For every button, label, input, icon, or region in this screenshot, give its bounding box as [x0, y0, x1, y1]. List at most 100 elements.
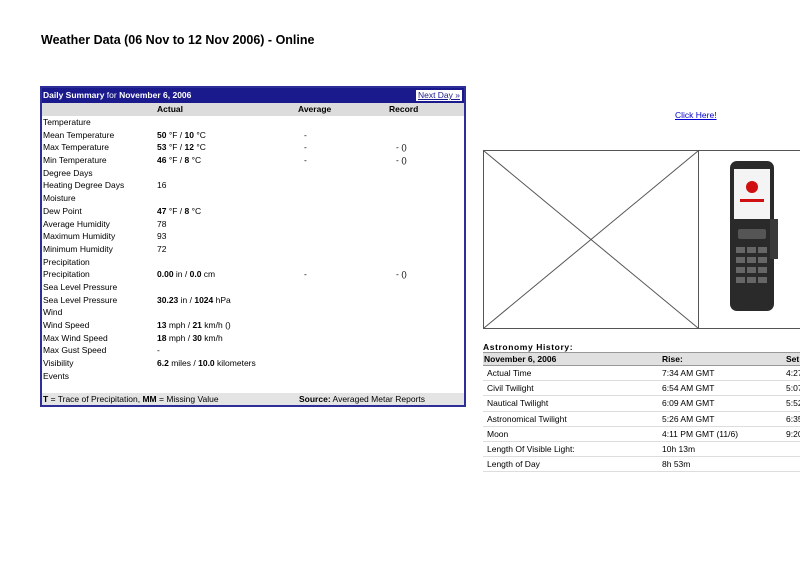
click-here-link[interactable]: Click Here! [675, 110, 717, 120]
row-label: Max Temperature [43, 142, 109, 153]
summary-section-heading: Sea Level Pressure [42, 281, 464, 294]
actual-part: 30.23 [157, 294, 179, 305]
row-label: Precipitation [43, 256, 90, 267]
actual-value: 18 mph / 30 km/h [157, 332, 223, 345]
summary-section-heading: Precipitation [42, 256, 464, 269]
summary-row: Mean Temperature 50 °F / 10 °C - [42, 129, 464, 142]
page-title: Weather Data (06 Nov to 12 Nov 2006) - O… [41, 33, 315, 47]
astronomy-row: Length of Day 8h 53m [483, 457, 800, 473]
daily-summary-header: Daily Summary for November 6, 2006 Next … [42, 88, 464, 103]
row-label: Mean Temperature [43, 129, 115, 140]
summary-section-heading: Moisture [42, 192, 464, 205]
next-day-button[interactable]: Next Day » [414, 89, 463, 102]
actual-part: hPa [213, 294, 231, 305]
actual-part: 16 [157, 180, 167, 191]
summary-column-headers: Actual Average Record [42, 103, 464, 116]
average-value: - [304, 155, 307, 166]
actual-part: 21 [192, 320, 202, 330]
row-label: Sea Level Pressure [43, 294, 118, 305]
set-value: 5:07 [786, 383, 800, 394]
actual-value: 6.2 miles / 10.0 kilometers [157, 357, 256, 370]
actual-part: mph / [166, 332, 193, 343]
set-header: Set: [786, 354, 800, 364]
astronomy-name: Actual Time [487, 368, 532, 378]
row-label: Wind [43, 307, 63, 318]
rise-value: 5:26 AM GMT [662, 413, 715, 424]
actual-part: 78 [157, 218, 167, 229]
actual-part: 0.0 [189, 269, 202, 280]
actual-part: miles / [168, 358, 199, 369]
actual-value: 16 [157, 179, 166, 192]
record-value: - () [396, 142, 407, 153]
actual-value: 72 [157, 243, 166, 256]
actual-value: 30.23 in / 1024 hPa [157, 294, 231, 307]
set-value: 9:20 [786, 428, 800, 439]
astronomy-name: Civil Twilight [487, 383, 534, 394]
summary-row: Precipitation 0.00 in / 0.0 cm - - () [42, 268, 464, 281]
actual-value: 47 °F / 8 °C [157, 205, 201, 218]
summary-row: Min Temperature 46 °F / 8 °C - - () [42, 154, 464, 167]
astronomy-row: Nautical Twilight 6:09 AM GMT 5:52 [483, 396, 800, 412]
actual-part: °F / [166, 142, 185, 153]
source-value: Averaged Metar Reports [330, 394, 425, 404]
rise-value: 6:54 AM GMT [662, 383, 715, 394]
actual-value: 13 mph / 21 km/h () [157, 319, 231, 332]
legend-mm: MM [142, 394, 157, 404]
row-label: Min Temperature [43, 155, 107, 166]
summary-row: Dew Point 47 °F / 8 °C [42, 205, 464, 218]
summary-section-heading: Wind [42, 306, 464, 319]
actual-part: °F / [166, 205, 185, 216]
astronomy-table: November 6, 2006 Rise: Set: Actual Time 7… [483, 352, 800, 473]
actual-part: 72 [157, 243, 167, 254]
astronomy-row: Moon 4:11 PM GMT (11/6) 9:20 [483, 427, 800, 442]
actual-part: mph / [166, 320, 193, 330]
rise-value: 8h 53m [662, 459, 691, 470]
set-value: 4:27 [786, 368, 800, 378]
actual-part: 30 [192, 332, 202, 343]
astronomy-row: Civil Twilight 6:54 AM GMT 5:07 [483, 381, 800, 397]
actual-value: - [157, 344, 160, 357]
daily-summary-date: November 6, 2006 [119, 90, 192, 100]
actual-part: km/h [201, 332, 223, 343]
actual-part: 12 [184, 142, 194, 153]
column-actual: Actual [157, 104, 183, 114]
summary-row: Average Humidity 78 [42, 218, 464, 231]
rise-value: 10h 13m [662, 443, 696, 454]
actual-part: in / [173, 269, 190, 280]
mobile-phone-image [730, 161, 778, 311]
row-label: Events [43, 370, 69, 381]
actual-part: cm [201, 269, 216, 280]
row-label: Sea Level Pressure [43, 281, 118, 292]
summary-row: Sea Level Pressure 30.23 in / 1024 hPa [42, 294, 464, 307]
set-value: 6:35 [786, 413, 800, 424]
actual-part: - [157, 345, 160, 356]
record-value: - () [396, 269, 407, 280]
summary-row: Minimum Humidity 72 [42, 243, 464, 256]
advertisement[interactable] [483, 150, 800, 329]
summary-section-heading: Degree Days [42, 167, 464, 180]
actual-part: 1024 [194, 294, 214, 305]
rise-header: Rise: [662, 354, 683, 364]
actual-value: 53 °F / 12 °C [157, 141, 206, 154]
actual-part: kilometers [214, 358, 256, 369]
actual-part: 10 [184, 129, 194, 140]
rise-value: 7:34 AM GMT [662, 368, 715, 378]
actual-part: °F / [166, 155, 185, 166]
record-value: - () [396, 155, 407, 166]
astronomy-rows: Actual Time 7:34 AM GMT 4:27 Civil Twilight… [483, 366, 800, 473]
astronomy-name: Length Of Visible Light: [487, 443, 575, 454]
astronomy-header-row: November 6, 2006 Rise: Set: [483, 352, 800, 366]
placeholder-cross-icon [484, 151, 699, 328]
actual-part: °C [193, 129, 206, 140]
summary-row: Max Gust Speed - [42, 344, 464, 357]
row-label: Moisture [43, 193, 76, 204]
row-label: Heating Degree Days [43, 180, 125, 191]
rise-value: 4:11 PM GMT (11/6) [662, 428, 739, 439]
average-value: - [304, 142, 307, 153]
row-label: Average Humidity [43, 218, 110, 229]
set-value: 5:52 [786, 398, 800, 409]
actual-part: in / [178, 294, 195, 305]
astronomy-name: Moon [487, 428, 509, 439]
row-label: Wind Speed [43, 320, 90, 330]
row-label: Minimum Humidity [43, 243, 113, 254]
